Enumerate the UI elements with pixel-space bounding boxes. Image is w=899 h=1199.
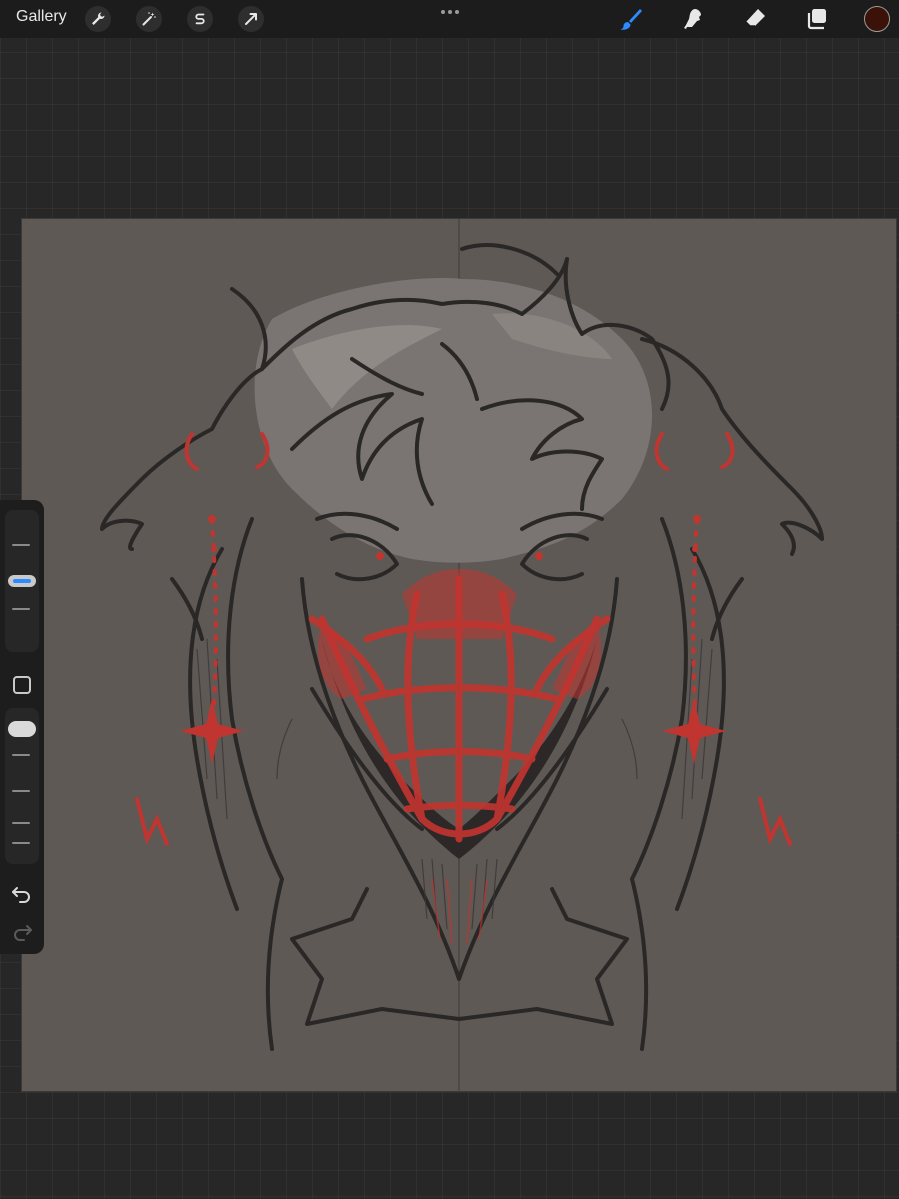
transform-button[interactable] bbox=[238, 6, 264, 32]
opacity-slider[interactable] bbox=[5, 708, 39, 864]
eraser-icon bbox=[745, 9, 765, 27]
magic-wand-icon bbox=[142, 12, 156, 26]
layers-button[interactable] bbox=[802, 4, 832, 34]
right-eye-pupil bbox=[535, 552, 543, 560]
undo-icon[interactable] bbox=[10, 884, 34, 904]
smudge-icon bbox=[684, 9, 701, 29]
adjustments-wand-button[interactable] bbox=[136, 6, 162, 32]
modify-button[interactable] bbox=[13, 676, 31, 694]
selection-s-icon bbox=[195, 13, 205, 25]
hair-fill-shape bbox=[254, 278, 652, 563]
redo-icon[interactable] bbox=[10, 922, 34, 942]
brush-icon bbox=[620, 9, 642, 30]
brush-sidebar bbox=[0, 500, 44, 954]
layers-icon bbox=[807, 9, 826, 30]
brush-size-slider[interactable] bbox=[5, 510, 39, 652]
brush-tool-button[interactable] bbox=[616, 4, 646, 34]
more-options-icon[interactable] bbox=[438, 2, 462, 18]
actions-wrench-button[interactable] bbox=[85, 6, 111, 32]
brush-size-knob[interactable] bbox=[8, 575, 36, 587]
artwork bbox=[100, 219, 824, 1091]
left-eye-pupil bbox=[376, 552, 384, 560]
eraser-tool-button[interactable] bbox=[740, 4, 770, 34]
smudge-tool-button[interactable] bbox=[678, 4, 708, 34]
gallery-button[interactable]: Gallery bbox=[16, 8, 67, 26]
workspace: Gallery bbox=[0, 0, 899, 1199]
wrench-icon bbox=[92, 12, 105, 25]
selection-button[interactable] bbox=[187, 6, 213, 32]
opacity-knob[interactable] bbox=[8, 721, 36, 737]
top-toolbar: Gallery bbox=[0, 0, 899, 38]
color-picker-button[interactable] bbox=[864, 6, 890, 32]
transform-arrow-icon bbox=[245, 13, 257, 25]
drawing-canvas[interactable] bbox=[22, 219, 896, 1091]
